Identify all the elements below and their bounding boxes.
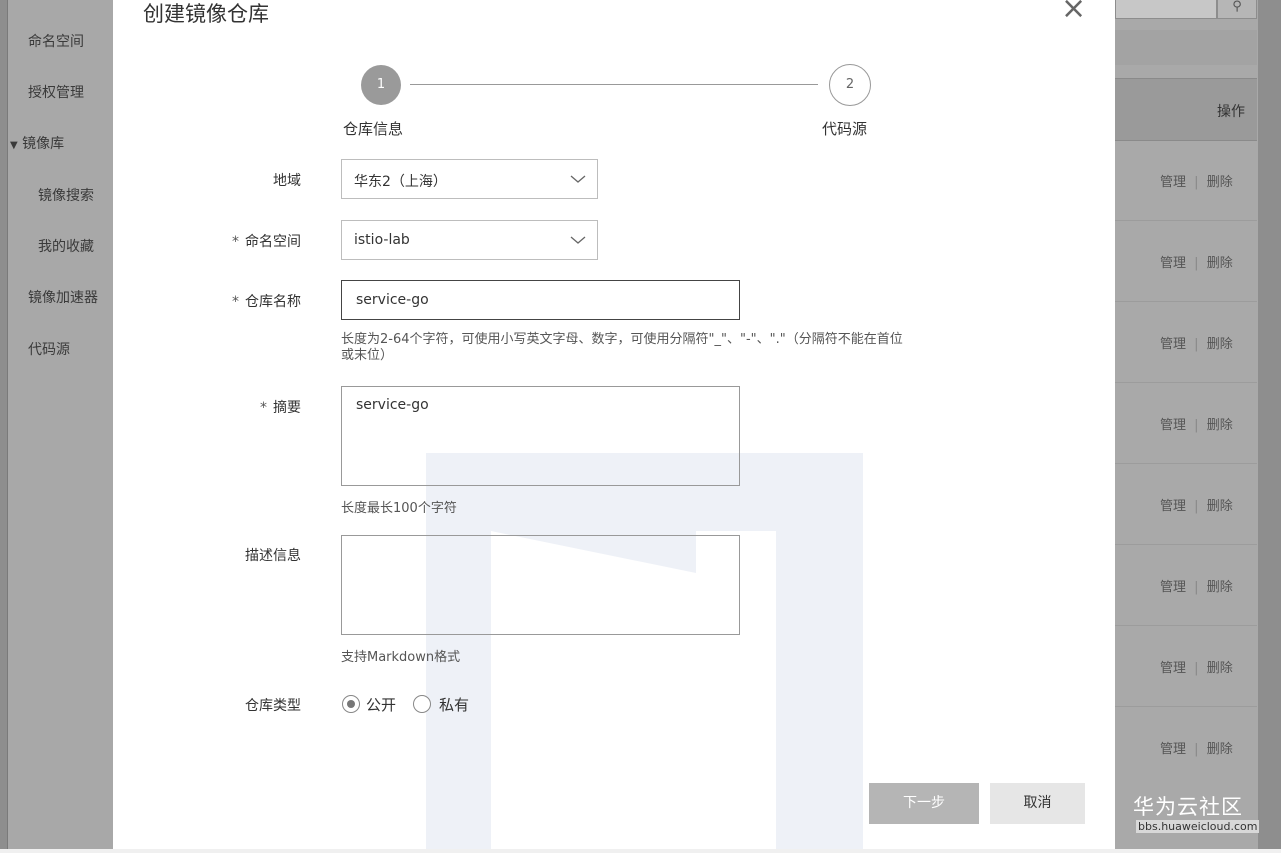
summary-label-text: 摘要 bbox=[273, 400, 301, 416]
row-divider bbox=[1115, 463, 1257, 464]
repo-name-hint-line: 或末位） bbox=[341, 348, 394, 363]
background-toolbar bbox=[1115, 30, 1257, 65]
manage-link[interactable]: 管理 bbox=[1160, 418, 1186, 433]
table-row-actions: 管理 | 删除 bbox=[1160, 738, 1233, 757]
namespace-value: istio-lab bbox=[354, 232, 410, 248]
sidebar-item-image-repo[interactable]: ▼ 镜像库 bbox=[10, 133, 64, 153]
row-divider bbox=[1115, 544, 1257, 545]
manage-link[interactable]: 管理 bbox=[1160, 742, 1186, 757]
delete-link[interactable]: 删除 bbox=[1207, 661, 1233, 676]
separator: | bbox=[1194, 256, 1199, 271]
delete-link[interactable]: 删除 bbox=[1207, 580, 1233, 595]
manage-link[interactable]: 管理 bbox=[1160, 661, 1186, 676]
separator: | bbox=[1194, 661, 1199, 676]
repo-name-input[interactable] bbox=[341, 280, 740, 320]
step-1-indicator: 1 bbox=[361, 65, 401, 105]
required-mark: * bbox=[232, 294, 239, 310]
repo-name-label: * 仓库名称 bbox=[223, 291, 301, 311]
radio-private[interactable] bbox=[413, 695, 431, 713]
separator: | bbox=[1194, 175, 1199, 190]
repo-name-hint: 长度为2-64个字符，可使用小写英文字母、数字，可使用分隔符"_"、"-"、".… bbox=[341, 332, 903, 364]
summary-hint: 长度最长100个字符 bbox=[341, 501, 457, 516]
separator: | bbox=[1194, 499, 1199, 514]
sidebar-item-namespace[interactable]: 命名空间 bbox=[28, 31, 84, 51]
caret-down-icon: ▼ bbox=[10, 140, 18, 151]
row-divider bbox=[1115, 301, 1257, 302]
required-mark: * bbox=[232, 234, 239, 250]
sidebar-item-authorization[interactable]: 授权管理 bbox=[28, 82, 84, 102]
radio-public[interactable] bbox=[342, 695, 360, 713]
delete-link[interactable]: 删除 bbox=[1207, 337, 1233, 352]
chevron-down-icon bbox=[570, 236, 586, 244]
delete-link[interactable]: 删除 bbox=[1207, 256, 1233, 271]
watermark-brand: 华为云社区 bbox=[1133, 795, 1243, 819]
repo-type-label: 仓库类型 bbox=[245, 698, 301, 714]
radio-private-label[interactable]: 私有 bbox=[439, 694, 469, 715]
watermark-url: bbs.huaweicloud.com bbox=[1136, 820, 1260, 833]
delete-link[interactable]: 删除 bbox=[1207, 499, 1233, 514]
background-search-input[interactable] bbox=[1115, 0, 1217, 19]
manage-link[interactable]: 管理 bbox=[1160, 175, 1186, 190]
chevron-down-icon bbox=[570, 175, 586, 183]
separator: | bbox=[1194, 418, 1199, 433]
sidebar-item-image-search[interactable]: 镜像搜索 bbox=[38, 185, 94, 205]
table-row-actions: 管理 | 删除 bbox=[1160, 657, 1233, 676]
namespace-select[interactable]: istio-lab bbox=[341, 220, 598, 260]
separator: | bbox=[1194, 580, 1199, 595]
row-divider bbox=[1115, 625, 1257, 626]
description-hint: 支持Markdown格式 bbox=[341, 650, 461, 665]
radio-public-label[interactable]: 公开 bbox=[366, 694, 396, 715]
manage-link[interactable]: 管理 bbox=[1160, 499, 1186, 514]
search-icon[interactable]: ⚲ bbox=[1217, 0, 1257, 19]
table-row-actions: 管理 | 删除 bbox=[1160, 414, 1233, 433]
region-select[interactable]: 华东2（上海） bbox=[341, 159, 598, 199]
page-bottom-edge bbox=[0, 849, 1281, 853]
sidebar: 命名空间 授权管理 ▼ 镜像库 镜像搜索 我的收藏 镜像加速器 代码源 bbox=[7, 0, 114, 849]
next-step-button[interactable]: 下一步 bbox=[869, 783, 979, 824]
manage-link[interactable]: 管理 bbox=[1160, 580, 1186, 595]
region-value: 华东2（上海） bbox=[354, 174, 447, 190]
table-row-actions: 管理 | 删除 bbox=[1160, 576, 1233, 595]
row-divider bbox=[1115, 382, 1257, 383]
namespace-label-text: 命名空间 bbox=[245, 234, 301, 250]
close-icon[interactable]: × bbox=[1061, 0, 1086, 25]
column-header-actions: 操作 bbox=[1217, 104, 1245, 120]
row-divider bbox=[1115, 220, 1257, 221]
separator: | bbox=[1194, 742, 1199, 757]
manage-link[interactable]: 管理 bbox=[1160, 256, 1186, 271]
dialog-title: 创建镜像仓库 bbox=[143, 2, 269, 26]
table-row-actions: 管理 | 删除 bbox=[1160, 171, 1233, 190]
description-label: 描述信息 bbox=[245, 548, 301, 564]
table-row-actions: 管理 | 删除 bbox=[1160, 333, 1233, 352]
delete-link[interactable]: 删除 bbox=[1207, 175, 1233, 190]
sidebar-item-favorites[interactable]: 我的收藏 bbox=[38, 236, 94, 256]
table-row-actions: 管理 | 删除 bbox=[1160, 252, 1233, 271]
row-divider bbox=[1115, 706, 1257, 707]
summary-label: * 摘要 bbox=[253, 397, 301, 417]
delete-link[interactable]: 删除 bbox=[1207, 418, 1233, 433]
table-row-actions: 管理 | 删除 bbox=[1160, 495, 1233, 514]
step-2-indicator: 2 bbox=[829, 64, 871, 106]
step-connector bbox=[410, 84, 818, 85]
sidebar-item-label: 镜像库 bbox=[22, 136, 65, 152]
repo-name-label-text: 仓库名称 bbox=[245, 294, 301, 310]
table-header: 操作 bbox=[1115, 78, 1257, 141]
region-label: 地域 bbox=[273, 173, 301, 189]
watermark-shape-fold bbox=[491, 531, 696, 573]
cancel-button[interactable]: 取消 bbox=[990, 783, 1085, 824]
sidebar-item-image-accelerator[interactable]: 镜像加速器 bbox=[28, 287, 98, 307]
sidebar-item-code-source[interactable]: 代码源 bbox=[28, 339, 70, 359]
repo-name-hint-line: 长度为2-64个字符，可使用小写英文字母、数字，可使用分隔符"_"、"-"、".… bbox=[341, 332, 903, 347]
summary-textarea[interactable]: service-go bbox=[341, 386, 740, 486]
required-mark: * bbox=[260, 400, 267, 416]
description-textarea[interactable] bbox=[341, 535, 740, 635]
namespace-label: * 命名空间 bbox=[223, 231, 301, 251]
step-2-label: 代码源 bbox=[822, 120, 868, 138]
step-1-label: 仓库信息 bbox=[343, 120, 404, 138]
create-repo-dialog: 创建镜像仓库 × 1 2 仓库信息 代码源 地域 华东2（上海） * 命名空间 i… bbox=[113, 0, 1115, 849]
separator: | bbox=[1194, 337, 1199, 352]
manage-link[interactable]: 管理 bbox=[1160, 337, 1186, 352]
delete-link[interactable]: 删除 bbox=[1207, 742, 1233, 757]
